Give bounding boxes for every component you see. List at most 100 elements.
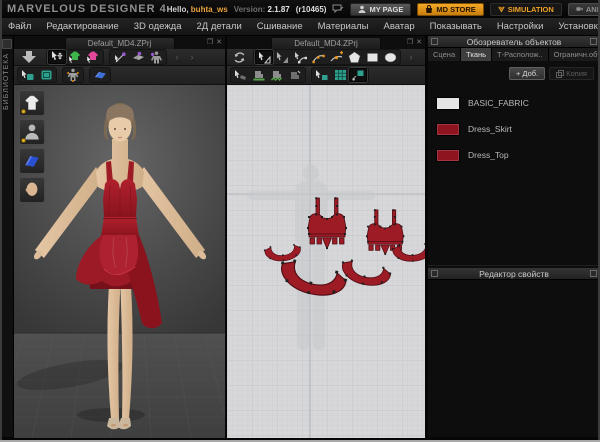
menu-edit[interactable]: Редактирование bbox=[46, 21, 118, 32]
select-sewing-icon[interactable] bbox=[232, 68, 250, 82]
panel-2d: Default_MD4.ZPrj ❐ ✕ › bbox=[227, 36, 425, 438]
title-bar: MARVELOUS DESIGNER 4 Hello, buhta_ws Ver… bbox=[0, 0, 600, 18]
copy-fabric-label: Копия bbox=[566, 69, 587, 78]
my-page-button[interactable]: MY PAGE bbox=[350, 2, 412, 16]
panel-menu-icon[interactable] bbox=[590, 38, 597, 45]
segment-sewing-icon[interactable] bbox=[250, 68, 268, 82]
show-box-icon[interactable] bbox=[37, 68, 55, 82]
fabric-name: Dress_Skirt bbox=[468, 124, 512, 134]
tab-3d-project[interactable]: Default_MD4.ZPrj bbox=[64, 36, 175, 49]
menu-bar: Файл Редактирование 3D одежда 2Д детали … bbox=[0, 18, 600, 36]
panel-menu-icon[interactable] bbox=[590, 270, 597, 277]
tabbar-2d: Default_MD4.ZPrj ❐ ✕ bbox=[227, 36, 425, 49]
person-icon bbox=[358, 5, 366, 13]
texture-edit-icon[interactable] bbox=[349, 68, 367, 82]
copy-fabric-button[interactable]: Копия bbox=[549, 67, 594, 80]
polygon-tool-icon[interactable] bbox=[345, 50, 363, 64]
menu-avatar[interactable]: Аватар bbox=[383, 21, 414, 32]
list-item[interactable]: Dress_Top bbox=[428, 142, 600, 168]
tab-2d-project[interactable]: Default_MD4.ZPrj bbox=[271, 36, 381, 49]
animation-toggle[interactable]: ANIMATION bbox=[567, 2, 600, 16]
menu-2d-pattern[interactable]: 2Д детали bbox=[197, 21, 242, 32]
username-link[interactable]: buhta_ws bbox=[191, 5, 228, 14]
pin-fabric-icon[interactable] bbox=[129, 50, 147, 64]
pin-tool-icon[interactable] bbox=[111, 50, 129, 64]
select-garment-pink-icon[interactable] bbox=[84, 50, 102, 64]
texture-grid-icon[interactable] bbox=[331, 68, 349, 82]
add-point-icon[interactable] bbox=[327, 50, 345, 64]
object-browser-header: Обозреватель объектов bbox=[428, 36, 600, 48]
library-panel-icon[interactable] bbox=[1, 39, 12, 49]
menu-file[interactable]: Файл bbox=[8, 21, 31, 32]
more-tools-icon[interactable]: › bbox=[406, 50, 416, 64]
sync-icon[interactable] bbox=[230, 50, 248, 64]
library-label[interactable]: БИБЛИОТЕКА bbox=[3, 53, 10, 110]
avatar-3d-scene bbox=[14, 85, 225, 438]
property-editor-header: Редактор свойств bbox=[428, 268, 600, 280]
feedback-icon[interactable] bbox=[332, 4, 344, 14]
fit-to-avatar-icon[interactable] bbox=[147, 50, 165, 64]
fabric-name: Dress_Top bbox=[468, 150, 509, 160]
fabric-swatch bbox=[436, 96, 460, 110]
transform-alt-icon[interactable] bbox=[273, 50, 291, 64]
panel-restore-icon[interactable]: ❐ bbox=[207, 38, 213, 46]
shopping-bag-icon bbox=[426, 5, 433, 13]
panel-restore-icon[interactable]: ❐ bbox=[407, 38, 413, 46]
viewport-3d[interactable] bbox=[14, 85, 225, 438]
more-tools-icon[interactable]: › bbox=[172, 50, 182, 64]
tab-scene[interactable]: Сцена bbox=[428, 48, 462, 61]
menu-preferences[interactable]: Настройки bbox=[497, 21, 544, 32]
menu-settings[interactable]: Установки bbox=[558, 21, 600, 32]
library-strip: БИБЛИОТЕКА bbox=[0, 36, 14, 437]
head-thumbnail[interactable] bbox=[19, 177, 45, 203]
object-browser-tabs: Сцена Ткань Т-Располож.. Ограничн.объема bbox=[428, 48, 600, 61]
more-tools-icon[interactable]: › bbox=[187, 50, 197, 64]
edit-curvature-icon[interactable] bbox=[309, 50, 327, 64]
object-browser-title: Обозреватель объектов bbox=[466, 36, 562, 47]
list-item[interactable]: BASIC_FABRIC bbox=[428, 90, 600, 116]
garment-thumbnail[interactable] bbox=[19, 90, 45, 116]
tab-bounding-volume[interactable]: Ограничн.объема bbox=[548, 48, 600, 61]
favorite-badge bbox=[21, 109, 26, 114]
transform-pattern-icon[interactable] bbox=[255, 50, 273, 64]
menu-materials[interactable]: Материалы bbox=[318, 21, 369, 32]
ellipse-tool-icon[interactable] bbox=[381, 50, 399, 64]
version-value: 2.1.87 bbox=[267, 4, 290, 14]
add-fabric-button[interactable]: + Доб. bbox=[508, 67, 546, 80]
greeting-prefix: Hello, bbox=[166, 4, 189, 14]
tab-texture-layout[interactable]: Т-Располож.. bbox=[492, 48, 549, 61]
pattern-2d-scene bbox=[227, 85, 425, 438]
panel-close-icon[interactable]: ✕ bbox=[416, 38, 422, 46]
avatar-thumbnail[interactable] bbox=[19, 119, 45, 145]
select-box-icon[interactable] bbox=[19, 68, 37, 82]
panel-collapse-icon[interactable] bbox=[431, 270, 438, 277]
fabric-actions: + Доб. Копия bbox=[428, 61, 600, 80]
md-store-button[interactable]: MD STORE bbox=[417, 2, 484, 16]
edit-point-icon[interactable] bbox=[291, 50, 309, 64]
app-logo: MARVELOUS DESIGNER 4 bbox=[7, 3, 167, 15]
list-item[interactable]: Dress_Skirt bbox=[428, 116, 600, 142]
free-sewing-icon[interactable] bbox=[268, 68, 286, 82]
select-garment-green-icon[interactable] bbox=[66, 50, 84, 64]
menu-display[interactable]: Показывать bbox=[430, 21, 482, 32]
menu-sewing[interactable]: Сшивание bbox=[257, 21, 303, 32]
move-tool-icon[interactable] bbox=[48, 50, 66, 64]
viewport-2d[interactable] bbox=[227, 85, 425, 438]
show-avatar-icon[interactable] bbox=[64, 68, 82, 82]
menu-3d-garment[interactable]: 3D одежда bbox=[134, 21, 182, 32]
panel-close-icon[interactable]: ✕ bbox=[216, 38, 222, 46]
fabric-thumbnail[interactable] bbox=[19, 148, 45, 174]
favorite-badge bbox=[21, 138, 26, 143]
panel-collapse-icon[interactable] bbox=[431, 38, 438, 45]
select-texture-icon[interactable] bbox=[313, 68, 331, 82]
version-label: Version: bbox=[233, 4, 266, 14]
simulation-toggle[interactable]: SIMULATION bbox=[489, 2, 562, 16]
edit-sewing-icon[interactable] bbox=[286, 68, 304, 82]
tab-fabric[interactable]: Ткань bbox=[461, 48, 493, 61]
window-edge bbox=[0, 0, 2, 442]
simulate-drop-icon[interactable] bbox=[17, 50, 41, 64]
fabric-swatch bbox=[436, 148, 460, 162]
toolbar-2d-row2 bbox=[227, 66, 425, 85]
show-plane-icon[interactable] bbox=[91, 68, 109, 82]
rectangle-tool-icon[interactable] bbox=[363, 50, 381, 64]
